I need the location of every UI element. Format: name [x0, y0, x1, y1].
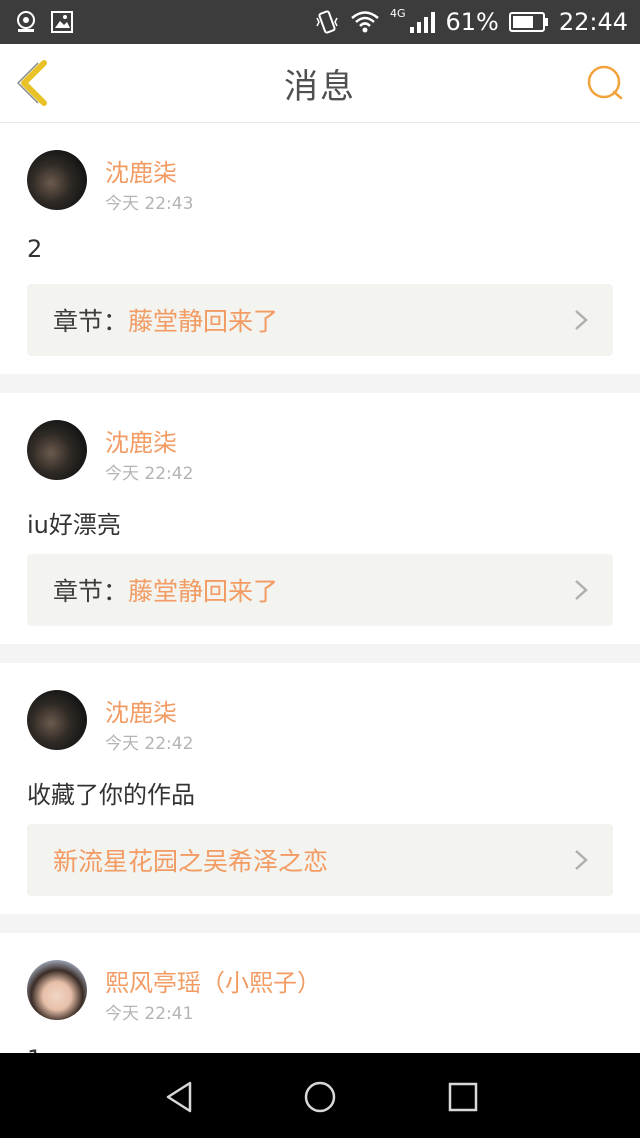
message-time: 今天 22:43: [105, 194, 194, 214]
chevron-right-icon: [575, 850, 588, 870]
chapter-prefix: 章节：: [53, 307, 129, 336]
vibrate-icon: [316, 10, 338, 34]
avatar[interactable]: [27, 150, 87, 210]
message-body: 1: [27, 1045, 42, 1053]
user-name[interactable]: 沈鹿柒: [105, 153, 177, 188]
message-card[interactable]: 沈鹿柒 今天 22:43 2 章节： 藤堂静回来了: [0, 123, 640, 374]
chat-button[interactable]: [586, 64, 624, 102]
user-name[interactable]: 熙风亭瑶（小熙子）: [105, 963, 321, 998]
chevron-right-icon: [575, 310, 588, 330]
navigation-bar: [0, 1053, 640, 1138]
nav-back-triangle-icon[interactable]: [160, 1077, 200, 1117]
message-body: 2: [27, 235, 43, 263]
status-bar: 4G 61% 22:44: [0, 0, 640, 44]
network-type: 4G: [389, 6, 406, 20]
nav-recent-square-icon[interactable]: [443, 1077, 483, 1117]
chapter-prefix: 章节：: [53, 577, 129, 606]
message-time: 今天 22:42: [105, 464, 194, 484]
user-name[interactable]: 沈鹿柒: [105, 693, 177, 728]
chapter-title: 藤堂静回来了: [128, 577, 279, 606]
avatar[interactable]: [27, 960, 87, 1020]
signal-icon: [410, 12, 436, 33]
page-title: 消息: [284, 67, 356, 107]
message-body: 收藏了你的作品: [27, 781, 195, 809]
nav-home-circle-icon[interactable]: [300, 1077, 340, 1117]
status-left-icons: [14, 10, 74, 34]
wifi-icon: [351, 11, 379, 33]
work-title: 新流星花园之吴希泽之恋: [53, 847, 329, 876]
location-icon: [17, 11, 35, 32]
chapter-link[interactable]: 章节： 藤堂静回来了: [27, 284, 613, 356]
avatar[interactable]: [27, 690, 87, 750]
message-list[interactable]: 沈鹿柒 今天 22:43 2 章节： 藤堂静回来了 沈鹿柒 今天 22:42 i…: [0, 123, 640, 1053]
message-time: 今天 22:41: [105, 1004, 194, 1024]
battery-icon: [508, 12, 548, 32]
chat-bubble-icon: [587, 65, 623, 100]
avatar[interactable]: [27, 420, 87, 480]
message-card[interactable]: 沈鹿柒 今天 22:42 收藏了你的作品 新流星花园之吴希泽之恋: [0, 663, 640, 914]
user-name[interactable]: 沈鹿柒: [105, 423, 177, 458]
header: 消息: [0, 44, 640, 123]
message-time: 今天 22:42: [105, 734, 194, 754]
chapter-link[interactable]: 章节： 藤堂静回来了: [27, 554, 613, 626]
status-right-icons: 4G 61% 22:44: [314, 0, 628, 44]
status-time: 22:44: [558, 8, 628, 36]
chevron-right-icon: [575, 580, 588, 600]
message-card[interactable]: 熙风亭瑶（小熙子） 今天 22:41 1: [0, 933, 640, 1053]
message-body: iu好漂亮: [27, 511, 121, 539]
chapter-title: 藤堂静回来了: [128, 307, 279, 336]
work-link[interactable]: 新流星花园之吴希泽之恋: [27, 824, 613, 896]
message-card[interactable]: 沈鹿柒 今天 22:42 iu好漂亮 章节： 藤堂静回来了: [0, 393, 640, 644]
battery-percent: 61%: [445, 8, 499, 36]
image-icon: [51, 11, 73, 33]
